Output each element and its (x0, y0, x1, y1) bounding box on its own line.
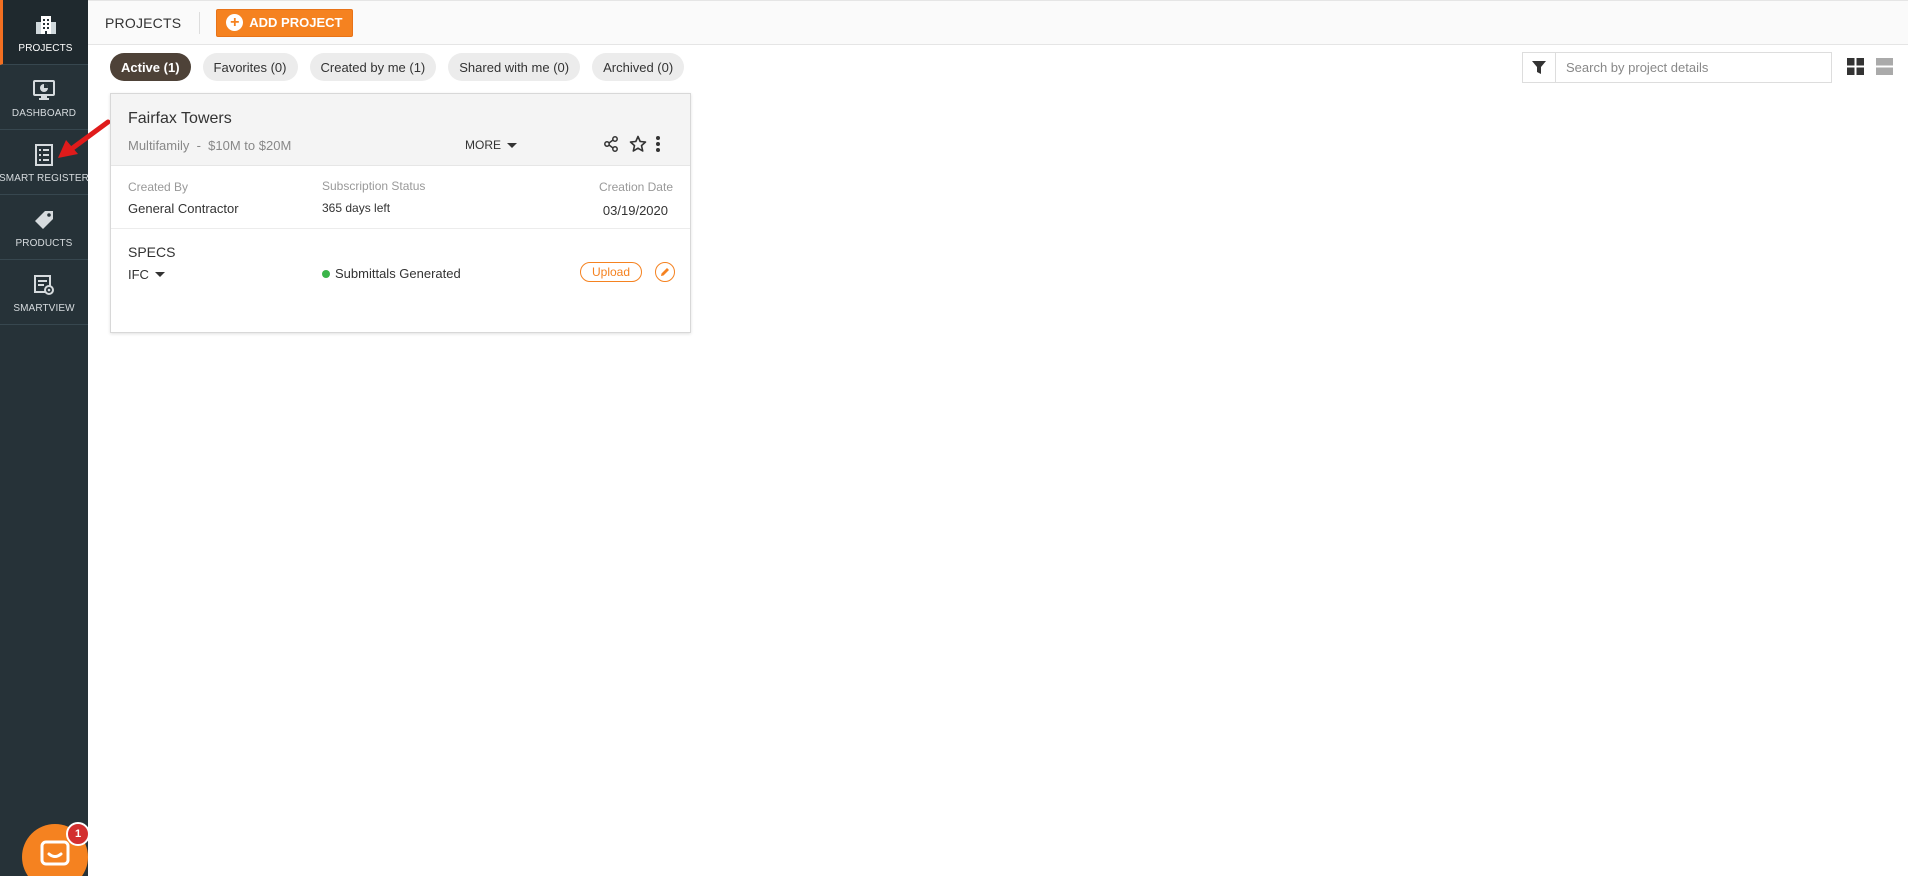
sidebar-item-label: PROJECTS (18, 43, 73, 54)
project-card: Fairfax Towers Multifamily - $10M to $20… (110, 93, 691, 333)
top-bar: PROJECTS + ADD PROJECT (88, 0, 1908, 45)
specs-status-label: Submittals Generated (335, 266, 461, 281)
project-title[interactable]: Fairfax Towers (128, 110, 232, 128)
search-bar (1522, 52, 1832, 83)
creation-date-value: 03/19/2020 (602, 203, 668, 218)
list-icon (35, 144, 53, 166)
subscription-status-label: Subscription Status (322, 179, 426, 193)
star-icon[interactable] (629, 135, 647, 153)
specs-section: SPECS IFC Submittals Generated Upload (111, 229, 690, 329)
filter-shared-with-me[interactable]: Shared with me (0) (448, 53, 581, 81)
plus-circle-icon: + (226, 14, 244, 31)
caret-down-icon (154, 272, 165, 277)
created-by-label: Created By (128, 180, 189, 194)
list-view-icon[interactable] (1876, 58, 1893, 75)
monitor-icon (33, 80, 55, 100)
share-icon[interactable] (603, 136, 619, 152)
sidebar-item-products[interactable]: PRODUCTS (0, 195, 88, 260)
pencil-icon (661, 268, 669, 276)
upload-button[interactable]: Upload (580, 262, 643, 282)
edit-button[interactable] (655, 262, 675, 282)
status-dot-icon (322, 269, 330, 278)
specs-title: SPECS (128, 244, 176, 260)
project-meta: Multifamily - $10M to $20M (128, 138, 292, 153)
specs-version-label: IFC (128, 267, 149, 282)
caret-down-icon (507, 142, 517, 148)
filter-button[interactable] (1523, 53, 1556, 82)
subscription-status-value: 365 days left (322, 201, 391, 215)
filter-tabs: Active (1) Favorites (0) Created by me (… (110, 53, 685, 81)
sidebar-item-label: SMARTVIEW (13, 303, 75, 314)
page-title: PROJECTS (105, 14, 182, 31)
add-project-button[interactable]: + ADD PROJECT (216, 8, 354, 37)
more-label: MORE (465, 138, 501, 152)
divider (199, 11, 201, 34)
creation-date-label: Creation Date (598, 180, 673, 194)
filter-archived[interactable]: Archived (0) (592, 53, 685, 81)
project-card-header: Fairfax Towers Multifamily - $10M to $20… (111, 94, 690, 166)
smartview-icon (34, 275, 54, 295)
building-icon (35, 16, 56, 34)
created-by-value: General Contractor (128, 201, 239, 216)
project-details: Created By General Contractor Subscripti… (111, 166, 690, 229)
notification-badge: 1 (66, 822, 90, 846)
kebab-menu-icon[interactable] (655, 135, 661, 153)
filter-favorites[interactable]: Favorites (0) (202, 53, 298, 81)
sidebar-item-label: SMART REGISTER (0, 173, 89, 184)
specs-version-dropdown[interactable]: IFC (128, 267, 165, 282)
filter-active[interactable]: Active (1) (110, 53, 191, 81)
filter-created-by-me[interactable]: Created by me (1) (309, 53, 437, 81)
add-project-label: ADD PROJECT (249, 15, 343, 30)
more-dropdown[interactable]: MORE (465, 138, 517, 152)
specs-status: Submittals Generated (322, 266, 461, 281)
sidebar-item-smartview[interactable]: SMARTVIEW (0, 260, 88, 325)
annotation-arrow-icon (58, 119, 111, 158)
tag-icon (35, 211, 53, 229)
search-input[interactable] (1556, 53, 1831, 82)
funnel-icon (1532, 60, 1546, 74)
grid-view-icon[interactable] (1847, 58, 1864, 75)
sidebar-item-projects[interactable]: PROJECTS (0, 0, 88, 65)
sidebar-item-label: PRODUCTS (15, 238, 73, 249)
